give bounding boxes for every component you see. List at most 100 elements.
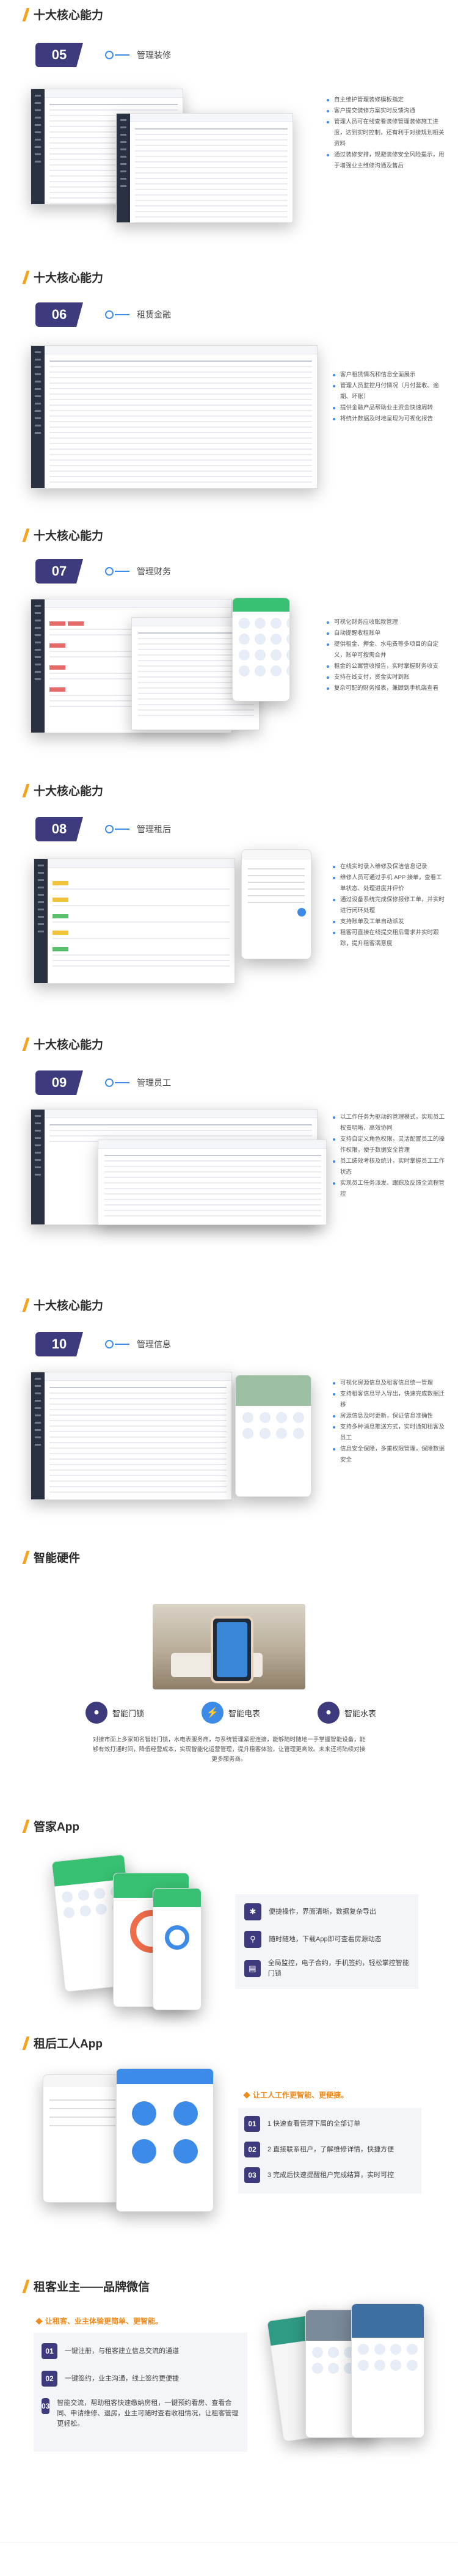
- phone-mockup: [351, 2303, 424, 2438]
- feature-item: 管理人员监控月付情况（月付营收、逾期、坏账）: [333, 381, 446, 403]
- screenshot-mockup: [31, 345, 318, 489]
- smart-home-photo: [153, 1604, 305, 1689]
- feature-item: 以工作任务为驱动的管理模式，实现员工权责明晰、高效协同: [333, 1112, 446, 1134]
- heading-text: 租客业主——品牌微信: [34, 2281, 150, 2294]
- settings-icon: ✱: [244, 1903, 261, 1920]
- heading-text: 十大核心能力: [34, 785, 104, 798]
- feature-list: 可视化房源信息及租客信息统一管理 支持租客信息导入导出，快速完成数据迁移 房源信…: [333, 1378, 446, 1466]
- screenshot-mockup: [34, 858, 235, 984]
- screenshot-mockup: [31, 1372, 232, 1500]
- feature-item: 房源信息及时更新，保证信息准确性: [333, 1411, 446, 1422]
- phone-mockup: [235, 1375, 311, 1497]
- screenshot-mockup: [98, 1140, 327, 1225]
- section-heading: 智能硬件: [22, 1549, 80, 1565]
- feature-item: 通过装修安排，规避装修安全风险提示，用于增强业主维修沟通及售后: [327, 150, 446, 172]
- water-icon: ●: [318, 1702, 340, 1724]
- feature-item: 自主维护管理装修模板指定: [327, 95, 446, 106]
- numbered-item: 02 一键签约，业主沟通，线上签约更便捷: [42, 2371, 240, 2387]
- document-icon: ▤: [244, 1960, 261, 1977]
- module-number: 09: [35, 1070, 83, 1095]
- hardware-item: ● 智能水表: [318, 1702, 376, 1724]
- feature-item: 支持租客信息导入导出，快速完成数据迁移: [333, 1389, 446, 1411]
- feature-item: 支持自定义角色权限，灵活配置员工的操作权限，便于数据安全管理: [333, 1134, 446, 1156]
- action-icon: [297, 908, 306, 917]
- feature-list: 以工作任务为驱动的管理模式，实现员工权责明晰、高效协同 支持自定义角色权限，灵活…: [333, 1112, 446, 1200]
- module-title: 租赁金融: [137, 310, 171, 320]
- section-heading: 管家App: [22, 1818, 79, 1834]
- feature-row: ⚲ 随时随地，下载App即可查看房源动态: [244, 1931, 415, 1948]
- phone-mockup: [153, 1888, 202, 2010]
- module-title: 管理财务: [137, 566, 171, 576]
- heading-text: 租后工人App: [34, 2038, 103, 2051]
- module-number: 05: [35, 43, 83, 67]
- move-icon: [132, 2139, 156, 2164]
- feature-item: 租客可直接在线提交租后需求并实时跟踪，提升租客满意度: [333, 928, 446, 950]
- meter-icon: ⚡: [202, 1702, 224, 1724]
- feature-item: 复杂可配的财务报表，兼顾到手机端查看: [327, 683, 446, 694]
- feature-item: 可视化房源信息及租客信息统一管理: [333, 1378, 446, 1389]
- feature-item: 提供金融产品帮助业主资金快速周转: [333, 403, 446, 414]
- heading-text: 十大核心能力: [34, 1039, 104, 1052]
- tagline: 让租客、业主体验更简单、更智能。: [35, 2316, 162, 2326]
- service-icon: [173, 2139, 198, 2164]
- lock-icon: ●: [85, 1702, 107, 1724]
- feature-row: ✱ 便捷操作，界面清晰，数据复杂导出: [244, 1903, 415, 1920]
- heading-text: 管家App: [34, 1821, 79, 1834]
- module-pill: 09 管理员工: [35, 1070, 171, 1095]
- feature-item: 通过设备系统完成保修报修工单，并实时进行闭环处理: [333, 895, 446, 917]
- feature-item: 支持多种消息推送方式，实时通知租客及员工: [333, 1422, 446, 1444]
- module-number: 10: [35, 1332, 83, 1356]
- numbered-item: 03 智能交流，帮助租客快速缴纳房租，一键预约看房、查看合同、申请维修、退房，业主…: [42, 2398, 239, 2428]
- section-heading: 十大核心能力: [22, 269, 103, 285]
- page: 十大核心能力 05 管理装修 自主维护管理装修模板指定 客户提交装修方案实时反馈…: [0, 0, 458, 2576]
- section-heading: 十大核心能力: [22, 782, 104, 799]
- feature-list: 可视化财务应收账款管理 自动提醒收租账单 提供租金、押金、水电费等多项目的自定义…: [327, 617, 446, 694]
- feature-item: 客户提交装修方案实时反馈沟通: [327, 106, 446, 117]
- feature-item: 租金的公寓营收报告，实时掌握财务收支: [327, 661, 446, 672]
- repair-icon: [173, 2101, 198, 2126]
- numbered-item: 02 2 直接联系租户，了解维修详情，快捷方便: [244, 2142, 415, 2157]
- module-number: 07: [35, 559, 83, 584]
- feature-list: 在线实时录入维修及保洁信息记录 维修人员可通过手机 APP 接单，查看工单状态、…: [333, 862, 446, 950]
- phone-mockup: [232, 598, 290, 701]
- numbered-item: 01 一键注册，与租客建立信息交流的通道: [42, 2343, 240, 2359]
- heading-text: 十大核心能力: [34, 1300, 104, 1312]
- section-heading: 租后工人App: [22, 2035, 103, 2051]
- module-title: 管理员工: [137, 1078, 171, 1088]
- tagline: 让工人工作更智能、更便捷。: [243, 2090, 348, 2100]
- pill-dot: [105, 51, 114, 59]
- heading-text: 十大核心能力: [34, 9, 104, 22]
- cleaning-icon: [132, 2101, 156, 2126]
- phone-mockup: [43, 2074, 122, 2203]
- feature-item: 管理人员可在线查看装修管理装修施工进度，达到实时控制，还有利于对接规划相关资料: [327, 117, 446, 150]
- feature-item: 在线实时录入维修及保洁信息记录: [333, 862, 446, 873]
- module-pill: 05 管理装修: [35, 43, 171, 67]
- phone-mockup: [241, 849, 311, 959]
- feature-item: 支持账单及工单自动派发: [333, 917, 446, 928]
- feature-item: 提供租金、押金、水电费等多项目的自定义，账单可按需合并: [327, 639, 446, 661]
- module-pill: 07 管理财务: [35, 559, 171, 584]
- module-title: 管理信息: [137, 1339, 171, 1349]
- heading-accent: [22, 7, 30, 21]
- section-heading: 租客业主——品牌微信: [22, 2278, 150, 2294]
- module-number: 08: [35, 817, 83, 841]
- module-pill: 08 管理租后: [35, 817, 171, 841]
- section-heading: 十大核心能力: [22, 1036, 104, 1052]
- feature-item: 实现员工任务派发、跟踪及反馈全流程管控: [333, 1178, 446, 1200]
- feature-item: 员工绩效考核及统计，实时掌握员工工作状态: [333, 1156, 446, 1178]
- feature-item: 信息安全保障，多重权限管理，保障数据安全: [333, 1444, 446, 1466]
- numbered-item: 03 3 完成后快速提醒租户完成结算，实时可控: [244, 2167, 415, 2183]
- hardware-item: ⚡ 智能电表: [202, 1702, 260, 1724]
- feature-item: 维修人员可通过手机 APP 接单，查看工单状态、处理进度并评价: [333, 873, 446, 895]
- phone-mockup: [116, 2068, 214, 2212]
- search-icon: ⚲: [244, 1931, 261, 1948]
- section-heading: 十大核心能力: [22, 6, 104, 23]
- feature-item: 将统计数据及时地呈现为可视化报告: [333, 414, 446, 425]
- module-number: 06: [35, 302, 83, 327]
- numbered-item: 01 1 快速查看管理下属的全部订单: [244, 2116, 415, 2132]
- feature-list: 自主维护管理装修模板指定 客户提交装修方案实时反馈沟通 管理人员可在线查看装修管…: [327, 95, 446, 172]
- module-title: 管理租后: [137, 824, 171, 834]
- module-pill: 10 管理信息: [35, 1332, 171, 1356]
- section-heading: 十大核心能力: [22, 527, 103, 543]
- feature-item: 自动提醒收租账单: [327, 628, 446, 639]
